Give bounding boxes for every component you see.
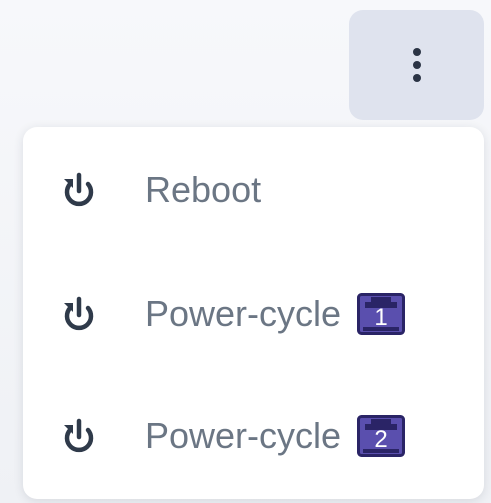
more-vertical-icon xyxy=(412,48,421,82)
power-icon xyxy=(64,296,94,331)
power-cycle-label: Power-cycle xyxy=(145,415,342,456)
ethernet-port-icon: 1 xyxy=(357,293,406,335)
menu-item-label: Power-cycle 1 xyxy=(145,293,406,335)
port-number: 2 xyxy=(374,426,388,453)
more-options-button[interactable] xyxy=(349,10,484,120)
port-number: 1 xyxy=(374,304,388,331)
power-cycle-label: Power-cycle xyxy=(145,293,342,334)
menu-item-power-cycle-port-2[interactable]: Power-cycle 2 xyxy=(23,391,484,481)
power-icon xyxy=(64,418,94,453)
actions-menu: Reboot Power-cycle 1 Power-cycle 2 xyxy=(23,127,484,499)
ethernet-port-icon: 2 xyxy=(357,415,406,457)
reboot-label: Reboot xyxy=(145,169,262,210)
power-icon xyxy=(64,172,94,207)
menu-item-power-cycle-port-1[interactable]: Power-cycle 1 xyxy=(23,269,484,359)
menu-item-label: Reboot xyxy=(145,169,261,211)
menu-item-reboot[interactable]: Reboot xyxy=(23,145,484,235)
menu-item-label: Power-cycle 2 xyxy=(145,415,406,457)
